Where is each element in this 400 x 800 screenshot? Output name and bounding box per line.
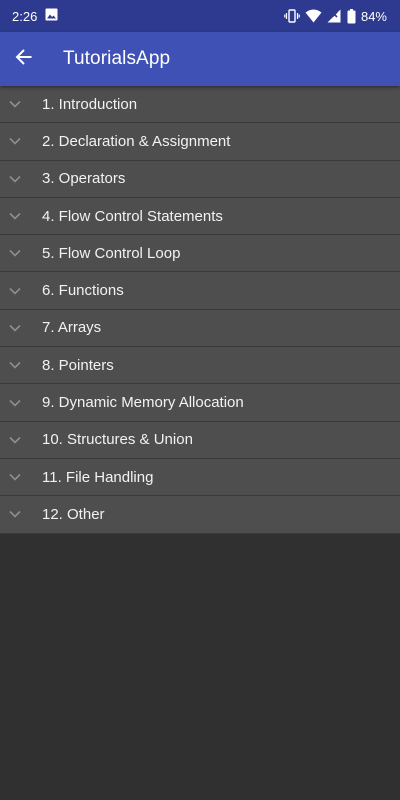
list-item-label: 9. Dynamic Memory Allocation [42,394,244,412]
list-item-functions[interactable]: 6. Functions [0,272,400,310]
app-bar: TutorialsApp [0,32,400,86]
chevron-down-icon [0,175,42,183]
chevron-down-icon [0,324,42,332]
list-item-label: 5. Flow Control Loop [42,244,181,262]
list-item-pointers[interactable]: 8. Pointers [0,347,400,385]
chevron-down-icon [0,287,42,295]
arrow-back-icon [15,48,33,71]
back-button[interactable] [0,32,48,86]
list-item-arrays[interactable]: 7. Arrays [0,310,400,348]
list-item-label: 3. Operators [42,170,126,188]
cell-signal-icon [327,9,342,23]
chevron-down-icon [0,473,42,481]
battery-icon [347,8,356,24]
list-item-label: 6. Functions [42,282,124,300]
list-item-label: 12. Other [42,505,105,523]
chevron-down-icon [0,100,42,108]
list-item-structures-union[interactable]: 10. Structures & Union [0,422,400,459]
chevron-down-icon [0,361,42,369]
list-item-dynamic-memory-allocation[interactable]: 9. Dynamic Memory Allocation [0,384,400,422]
list-item-label: 4. Flow Control Statements [42,207,223,225]
status-left: 2:26 [12,8,58,24]
status-right: 84% [284,8,387,24]
chevron-down-icon [0,399,42,407]
chevron-down-icon [0,212,42,220]
image-icon [45,8,58,24]
list-item-label: 11. File Handling [42,468,154,486]
list-item-label: 8. Pointers [42,356,114,374]
list-item-declaration-assignment[interactable]: 2. Declaration & Assignment [0,123,400,161]
list-item-label: 2. Declaration & Assignment [42,132,231,150]
vibrate-icon [284,9,300,23]
tutorial-list: 1. Introduction 2. Declaration & Assignm… [0,86,400,534]
chevron-down-icon [0,510,42,519]
wifi-icon [305,9,322,23]
list-item-label: 1. Introduction [42,95,138,113]
list-item-other[interactable]: 12. Other [0,496,400,534]
list-item-label: 10. Structures & Union [42,431,193,449]
list-item-introduction[interactable]: 1. Introduction [0,86,400,124]
chevron-down-icon [0,249,42,257]
battery-percent: 84% [360,8,387,24]
status-time: 2:26 [12,8,38,24]
list-item-label: 7. Arrays [42,319,102,337]
app-title: TutorialsApp [63,48,171,69]
list-item-flow-control-loop[interactable]: 5. Flow Control Loop [0,235,400,273]
status-bar: 2:26 84% [0,0,400,32]
list-item-file-handling[interactable]: 11. File Handling [0,459,400,497]
list-item-flow-control-statements[interactable]: 4. Flow Control Statements [0,198,400,236]
list-item-operators[interactable]: 3. Operators [0,161,400,198]
chevron-down-icon [0,436,42,444]
chevron-down-icon [0,137,42,146]
